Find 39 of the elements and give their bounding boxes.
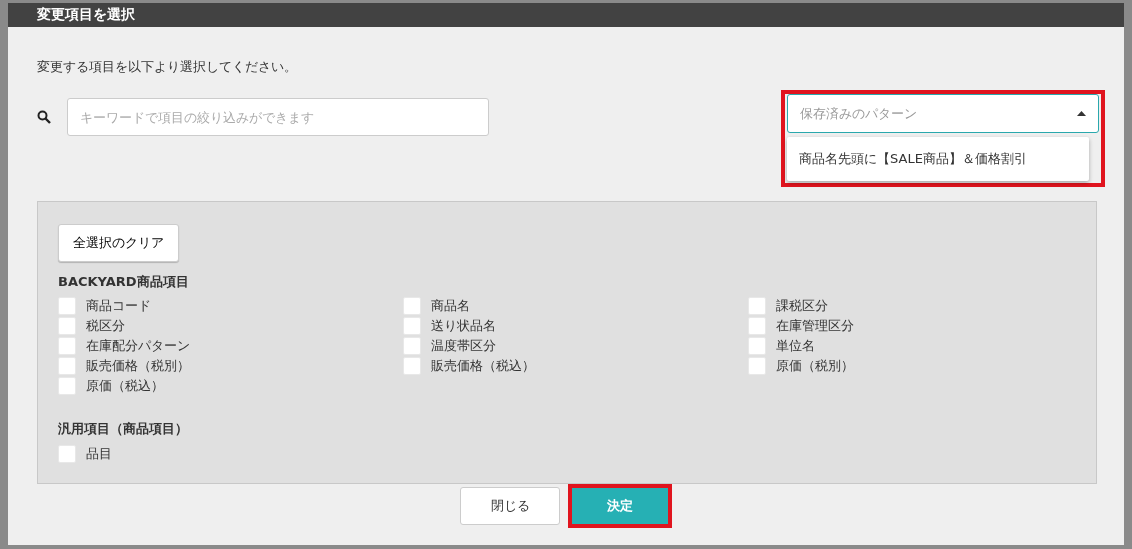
checkbox-label: 原価（税込） xyxy=(86,377,164,396)
search-icon xyxy=(37,110,51,124)
checkbox-label: 税区分 xyxy=(86,317,125,336)
checkbox[interactable] xyxy=(58,297,76,315)
group-heading: BACKYARD商品項目 xyxy=(58,272,190,291)
instruction-text: 変更する項目を以下より選択してください。 xyxy=(37,57,298,76)
checkbox[interactable] xyxy=(748,357,766,375)
checkbox[interactable] xyxy=(58,337,76,355)
checkbox[interactable] xyxy=(403,337,421,355)
checkbox[interactable] xyxy=(403,297,421,315)
checkbox[interactable] xyxy=(58,357,76,375)
close-button[interactable]: 閉じる xyxy=(460,487,560,525)
checkbox-label: 課税区分 xyxy=(776,297,828,316)
checkbox-label: 送り状品名 xyxy=(431,317,496,336)
search-field[interactable]: キーワードで項目の絞り込みができます xyxy=(67,98,489,136)
checkbox-label: 販売価格（税込） xyxy=(431,357,535,376)
checkbox-label: 品目 xyxy=(86,444,112,463)
clear-selection-button[interactable]: 全選択のクリア xyxy=(58,224,179,262)
checkbox-label: 在庫管理区分 xyxy=(776,317,854,336)
checkbox-label: 温度帯区分 xyxy=(431,337,496,356)
checkbox-label: 商品名 xyxy=(431,297,470,316)
checkbox[interactable] xyxy=(748,297,766,315)
checkbox-label: 商品コード xyxy=(86,297,151,316)
dialog-title: 変更項目を選択 xyxy=(37,5,135,25)
select-placeholder: 保存済みのパターン xyxy=(800,104,917,123)
checkbox-label: 販売価格（税別） xyxy=(86,357,190,376)
checkbox[interactable] xyxy=(403,357,421,375)
group-heading: 汎用項目（商品項目） xyxy=(58,420,189,438)
checkbox-label: 原価（税別） xyxy=(776,357,854,376)
checkbox-label: 在庫配分パターン xyxy=(86,337,190,356)
checkbox[interactable] xyxy=(403,317,421,335)
caret-icon xyxy=(1077,111,1086,116)
checkbox[interactable] xyxy=(58,317,76,335)
dropdown-option[interactable]: 商品名先頭に【SALE商品】＆価格割引 xyxy=(799,149,1077,169)
checkbox[interactable] xyxy=(748,317,766,335)
checkbox[interactable] xyxy=(748,337,766,355)
checkbox[interactable] xyxy=(58,444,76,463)
checkbox-label: 単位名 xyxy=(776,337,815,356)
checkbox[interactable] xyxy=(58,377,76,395)
